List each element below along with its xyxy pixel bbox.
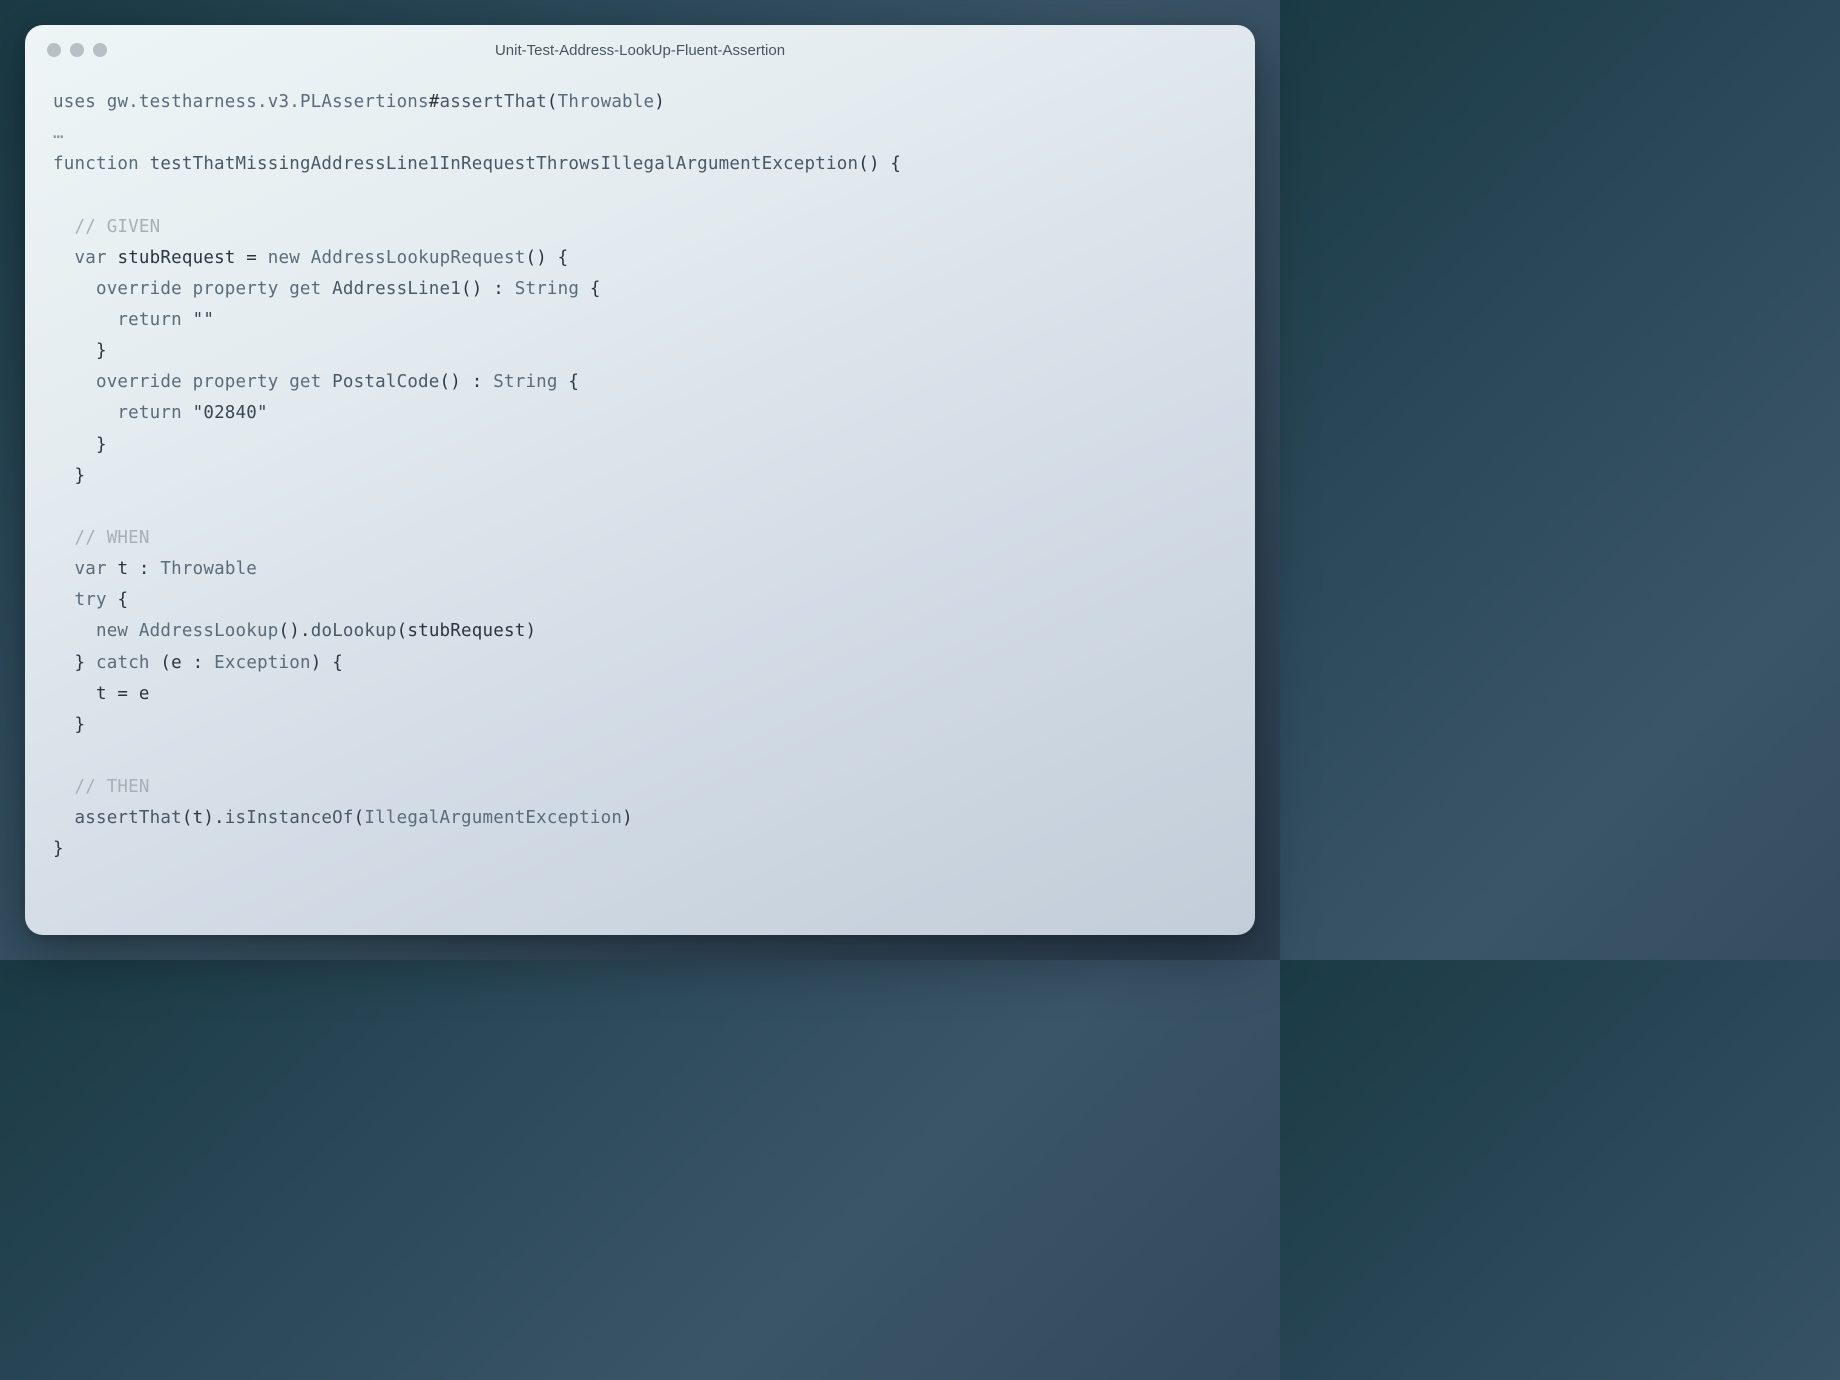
code-token: () : <box>461 279 504 299</box>
zoom-icon[interactable] <box>93 43 107 57</box>
code-token: IllegalArgumentException <box>364 808 622 828</box>
code-token: } <box>74 466 85 486</box>
code-token: "" <box>193 310 214 330</box>
code-token: (e : <box>160 653 203 673</box>
code-token: () : <box>440 372 483 392</box>
code-token: gw.testharness.v3.PLAssertions <box>107 92 429 112</box>
code-token: (stubRequest) <box>397 621 537 641</box>
code-token: Throwable <box>558 92 655 112</box>
code-token: AddressLine1 <box>332 279 461 299</box>
code-token: AddressLookup <box>139 621 279 641</box>
code-token: () { <box>858 154 901 174</box>
code-token: } <box>53 839 64 859</box>
code-comment: // GIVEN <box>74 217 160 237</box>
code-token: ) { <box>311 653 343 673</box>
code-token: catch <box>96 653 150 673</box>
code-token: ( <box>547 92 558 112</box>
code-token: return <box>117 403 181 423</box>
code-token: Throwable <box>160 559 257 579</box>
code-token: ( <box>354 808 365 828</box>
code-token: ) <box>622 808 633 828</box>
code-token: } <box>74 715 85 735</box>
code-token: var <box>74 248 106 268</box>
code-token: "02840" <box>193 403 268 423</box>
window-title: Unit-Test-Address-LookUp-Fluent-Assertio… <box>25 42 1255 59</box>
code-comment: // WHEN <box>74 528 149 548</box>
code-token: String <box>493 372 557 392</box>
code-token: t : <box>117 559 149 579</box>
code-token: String <box>515 279 579 299</box>
code-token: override property get <box>96 372 321 392</box>
code-token: var <box>74 559 106 579</box>
code-token: { <box>117 590 128 610</box>
code-token: testThatMissingAddressLine1InRequestThro… <box>150 154 859 174</box>
code-token: # <box>429 92 440 112</box>
code-token: new <box>96 621 128 641</box>
code-token: ) <box>654 92 665 112</box>
code-token: assertThat <box>74 808 181 828</box>
code-token: doLookup <box>311 621 397 641</box>
traffic-lights <box>25 43 107 57</box>
code-token: (t). <box>182 808 225 828</box>
code-token: new <box>268 248 300 268</box>
code-token: } <box>96 435 107 455</box>
code-token: Exception <box>214 653 311 673</box>
code-token: t = e <box>96 684 150 704</box>
code-editor[interactable]: uses gw.testharness.v3.PLAssertions#asse… <box>25 75 1255 935</box>
code-token: return <box>117 310 181 330</box>
code-token: { <box>568 372 579 392</box>
code-token: function <box>53 154 139 174</box>
code-token: assertThat <box>440 92 547 112</box>
code-token: (). <box>279 621 311 641</box>
code-token: override property get <box>96 279 321 299</box>
code-token: } <box>96 341 107 361</box>
code-token: { <box>590 279 601 299</box>
code-token: uses <box>53 92 96 112</box>
code-token: () { <box>525 248 568 268</box>
close-icon[interactable] <box>47 43 61 57</box>
code-token: PostalCode <box>332 372 439 392</box>
code-token: } <box>74 653 85 673</box>
titlebar: Unit-Test-Address-LookUp-Fluent-Assertio… <box>25 25 1255 75</box>
code-token: … <box>53 123 64 143</box>
code-token: AddressLookupRequest <box>311 248 526 268</box>
code-comment: // THEN <box>74 777 149 797</box>
code-token: try <box>74 590 106 610</box>
minimize-icon[interactable] <box>70 43 84 57</box>
code-token: stubRequest = <box>117 248 257 268</box>
code-token: isInstanceOf <box>225 808 354 828</box>
code-window: Unit-Test-Address-LookUp-Fluent-Assertio… <box>25 25 1255 935</box>
